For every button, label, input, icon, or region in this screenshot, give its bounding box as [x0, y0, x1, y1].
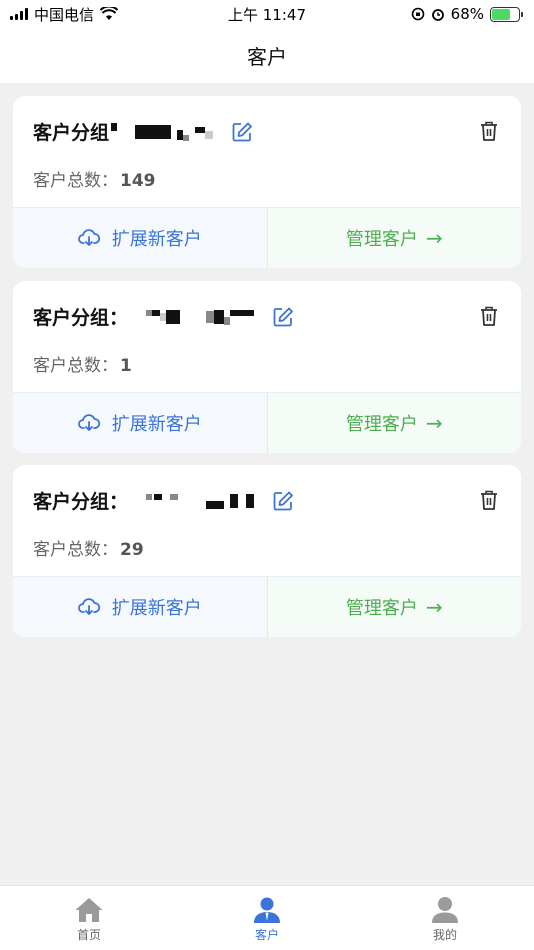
customer-count: 客户总数： 1	[33, 351, 132, 376]
orientation-lock-icon	[411, 7, 424, 21]
tab-label: 首页	[76, 928, 101, 942]
home-icon	[75, 898, 103, 922]
cloud-download-icon	[77, 229, 100, 246]
battery-icon	[490, 6, 523, 22]
group-label: 客户分组：	[33, 491, 129, 513]
tab-label: 我的	[432, 928, 457, 942]
manage-customers-button[interactable]: 管理客户 →	[267, 577, 521, 637]
customer-icon	[254, 897, 280, 923]
alarm-icon	[431, 9, 444, 21]
edit-icon[interactable]	[231, 121, 253, 143]
cellular-signal-icon	[10, 8, 28, 20]
arrow-right-icon: →	[425, 595, 443, 619]
expand-label: 扩展新客户	[111, 229, 202, 250]
customer-count: 客户总数： 149	[33, 166, 156, 191]
tab-home[interactable]: 首页	[0, 886, 178, 950]
delete-icon[interactable]	[479, 305, 499, 327]
manage-label: 管理客户	[345, 598, 418, 619]
count-value: 149	[120, 171, 156, 191]
manage-label: 管理客户	[345, 229, 418, 250]
edit-icon[interactable]	[272, 306, 294, 328]
manage-customers-button[interactable]: 管理客户 →	[267, 393, 521, 453]
expand-label: 扩展新客户	[111, 598, 202, 619]
expand-customers-button[interactable]: 扩展新客户	[13, 393, 268, 453]
redacted-group-name	[146, 492, 255, 510]
delete-icon[interactable]	[479, 489, 499, 511]
delete-icon[interactable]	[479, 120, 499, 142]
manage-customers-button[interactable]: 管理客户 →	[267, 208, 521, 268]
edit-icon[interactable]	[272, 490, 294, 512]
expand-customers-button[interactable]: 扩展新客户	[13, 208, 268, 268]
customer-group-card: 客户分组 客户总数： 149 扩展新客户 管理客户 →	[13, 96, 521, 268]
carrier-label: 中国电信	[34, 5, 95, 24]
battery-percent: 68%	[450, 5, 484, 23]
group-label: 客户分组	[33, 122, 110, 144]
count-value: 29	[120, 540, 144, 560]
status-bar: 中国电信 上午 11:47 68%	[0, 0, 534, 28]
tab-profile[interactable]: 我的	[356, 886, 534, 950]
page-title: 客户	[247, 45, 287, 69]
count-label: 客户总数：	[33, 540, 118, 560]
count-label: 客户总数：	[33, 171, 118, 191]
tab-customers[interactable]: 客户	[178, 886, 356, 950]
count-value: 1	[120, 356, 132, 376]
cloud-download-icon	[77, 598, 100, 615]
count-label: 客户总数：	[33, 356, 118, 376]
wifi-icon	[100, 7, 119, 20]
manage-label: 管理客户	[345, 414, 418, 435]
tab-label: 客户	[254, 928, 279, 942]
bottom-tab-bar: 首页 客户 我的	[0, 885, 534, 950]
customer-count: 客户总数： 29	[33, 535, 144, 560]
page-header: 客户	[0, 28, 534, 83]
redacted-group-name	[111, 122, 214, 141]
group-label: 客户分组：	[33, 307, 129, 329]
cloud-download-icon	[77, 414, 100, 431]
arrow-right-icon: →	[425, 226, 443, 250]
profile-icon	[432, 897, 458, 923]
customer-group-card: 客户分组： 客户总数： 29 扩展新客户 管理客户 →	[13, 465, 521, 637]
redacted-group-name	[146, 308, 255, 326]
expand-label: 扩展新客户	[111, 414, 202, 435]
arrow-right-icon: →	[425, 411, 443, 435]
customer-group-card: 客户分组： 客户总数： 1 扩展新客户 管理客户 →	[13, 281, 521, 453]
expand-customers-button[interactable]: 扩展新客户	[13, 577, 268, 637]
